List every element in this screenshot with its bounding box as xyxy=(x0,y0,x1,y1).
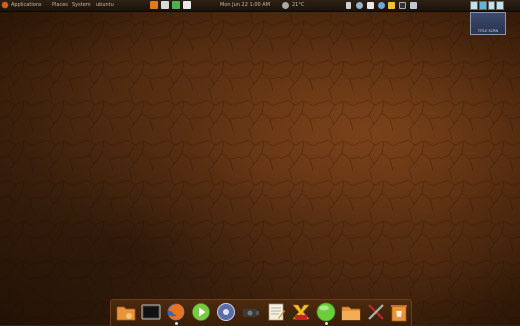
dock-terminal[interactable] xyxy=(141,302,161,322)
menu-places[interactable]: Places xyxy=(52,0,68,11)
messenger-icon[interactable] xyxy=(378,2,385,9)
x-chat-icon xyxy=(292,304,310,320)
dock-documents-folder[interactable] xyxy=(341,302,361,322)
workspace-preview[interactable]: TITLE SCRN xyxy=(470,12,506,35)
workspace-switcher[interactable] xyxy=(470,1,504,10)
network-icon[interactable] xyxy=(356,2,363,9)
menu-applications[interactable]: Applications xyxy=(11,0,42,11)
dock-system-tools[interactable] xyxy=(366,302,386,322)
clock[interactable]: Mon Jun 22 1:00 AM xyxy=(220,0,270,11)
dock-status-green[interactable] xyxy=(316,302,336,325)
leather-texture xyxy=(0,11,520,325)
workspace-4[interactable] xyxy=(496,1,504,10)
home-folder-icon xyxy=(116,306,136,321)
trash-icon xyxy=(391,305,407,322)
terminal-icon xyxy=(141,304,161,320)
document-launcher-icon[interactable] xyxy=(183,1,191,9)
volume-icon[interactable] xyxy=(346,2,351,9)
tools-icon xyxy=(368,304,384,320)
weather-temp[interactable]: 21°C xyxy=(292,0,304,11)
dock-screenshot[interactable] xyxy=(241,302,261,322)
camera-icon xyxy=(243,309,259,317)
dock-text-editor[interactable] xyxy=(266,302,286,322)
notepad-icon xyxy=(268,303,285,321)
green-circle-icon xyxy=(316,302,336,322)
dock-system-settings[interactable] xyxy=(216,302,236,322)
play-icon xyxy=(192,303,210,321)
ubuntu-logo-icon[interactable] xyxy=(2,2,8,8)
menu-ubuntu[interactable]: ubuntu xyxy=(96,0,114,11)
weather-icon[interactable] xyxy=(282,2,289,9)
display-icon[interactable] xyxy=(399,2,406,9)
workspace-2[interactable] xyxy=(478,1,487,10)
spreadsheet-launcher-icon[interactable] xyxy=(172,1,180,9)
notes-icon[interactable] xyxy=(388,2,395,9)
workspace-preview-label: TITLE SCRN xyxy=(477,29,499,33)
dock-xchat[interactable] xyxy=(291,302,311,322)
user-icon[interactable] xyxy=(410,2,417,9)
dock-home-folder[interactable] xyxy=(116,302,136,322)
firefox-icon xyxy=(167,303,185,321)
workspace-3[interactable] xyxy=(487,1,496,10)
help-launcher-icon[interactable] xyxy=(161,1,169,9)
folder-icon xyxy=(341,306,361,321)
dock xyxy=(110,299,412,326)
desktop-background[interactable] xyxy=(0,11,520,325)
dock-media-player[interactable] xyxy=(191,302,211,322)
firefox-launcher-icon[interactable] xyxy=(150,1,158,9)
top-panel: Applications Places System ubuntu Mon Ju… xyxy=(0,0,520,12)
mail-icon[interactable] xyxy=(367,2,374,9)
gear-icon xyxy=(217,303,235,321)
dock-trash[interactable] xyxy=(389,302,409,322)
dock-firefox[interactable] xyxy=(166,302,186,325)
workspace-1[interactable] xyxy=(470,1,478,10)
menu-system[interactable]: System xyxy=(72,0,91,11)
